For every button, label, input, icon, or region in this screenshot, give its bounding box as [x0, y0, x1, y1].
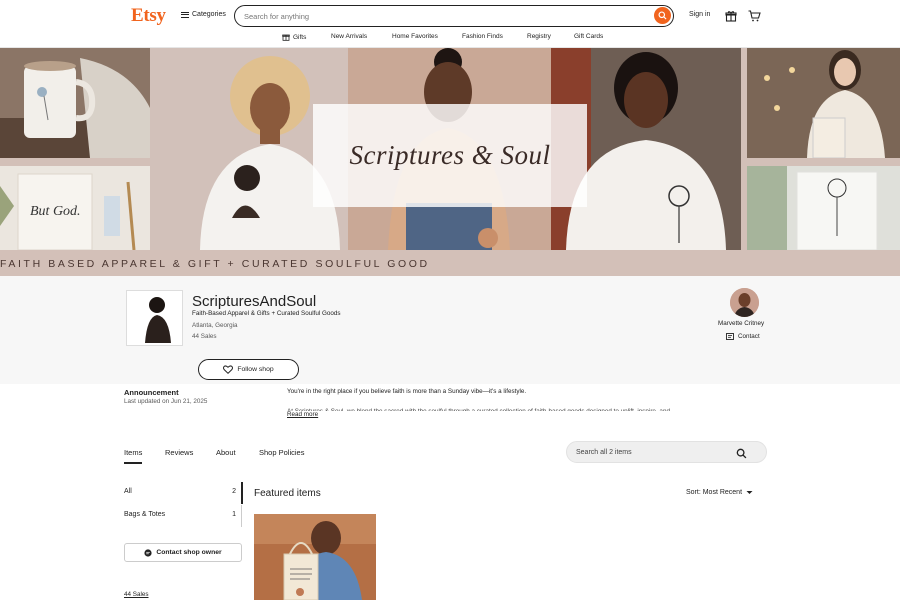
banner-photo-print: [747, 166, 900, 251]
shop-search-bar[interactable]: Search all 2 items: [566, 441, 767, 463]
search-input[interactable]: Search for anything: [244, 12, 309, 21]
section-all[interactable]: All 2: [124, 488, 242, 495]
tab-reviews[interactable]: Reviews: [165, 448, 193, 457]
gift-icon[interactable]: [725, 9, 737, 27]
tab-shop-policies[interactable]: Shop Policies: [259, 448, 304, 457]
shop-info: ScripturesAndSoul Faith-Based Apparel & …: [0, 276, 900, 384]
sort-dropdown[interactable]: Sort: Most Recent: [686, 489, 753, 496]
tab-items[interactable]: Items: [124, 448, 142, 457]
contact-shop-owner-label: Contact shop owner: [156, 549, 222, 556]
shop-banner: But God. Scriptures & Soul FAITH BASED A…: [0, 48, 900, 276]
product-image: [254, 514, 376, 600]
section-label: Bags & Totes: [124, 511, 166, 518]
owner-avatar[interactable]: [730, 288, 759, 317]
follow-shop-button[interactable]: Follow shop: [198, 359, 299, 380]
announcement-text-truncated: At Scriptures & Soul, we blend the sacre…: [287, 405, 707, 411]
shop-name: ScripturesAndSoul: [192, 293, 317, 310]
site-header: Etsy Categories Search for anything Sign…: [0, 0, 900, 48]
sales-link[interactable]: 44 Sales: [124, 591, 149, 598]
featured-items-title: Featured items: [254, 488, 321, 499]
announcement-text: You're in the right place if you believe…: [287, 388, 527, 395]
contact-label: Contact: [738, 333, 760, 340]
announcement-date: Last updated on Jun 21, 2025: [124, 398, 208, 405]
banner-photo-card: But God.: [0, 166, 150, 251]
nav-item-fashion-finds[interactable]: Fashion Finds: [462, 33, 503, 40]
selected-section-indicator: [241, 482, 243, 504]
search-icon: [658, 11, 667, 20]
nav-item-registry[interactable]: Registry: [527, 33, 551, 40]
shop-tagline: Faith-Based Apparel & Gifts + Curated So…: [192, 310, 341, 317]
active-tab-indicator: [124, 462, 142, 464]
banner-title: Scriptures & Soul: [349, 140, 551, 170]
etsy-logo[interactable]: Etsy: [131, 5, 166, 27]
banner-tagline: FAITH BASED APPAREL & GIFT + CURATED SOU…: [0, 258, 430, 270]
shop-sales-count: 44 Sales: [192, 333, 217, 340]
banner-title-box: Scriptures & Soul: [313, 104, 587, 207]
section-count: 2: [232, 488, 236, 495]
sign-in-link[interactable]: Sign in: [689, 11, 710, 18]
category-nav: Gifts New Arrivals Home Favorites Fashio…: [0, 30, 900, 46]
shop-logo[interactable]: [126, 290, 183, 346]
message-icon: [726, 333, 734, 340]
banner-photo-mug: [0, 48, 150, 158]
nav-item-gifts[interactable]: Gifts: [282, 33, 306, 41]
search-icon[interactable]: [736, 446, 747, 464]
shop-location: Atlanta, Georgia: [192, 322, 238, 329]
product-card-tote[interactable]: [254, 514, 376, 600]
categories-button[interactable]: Categories: [181, 11, 226, 18]
section-bags-totes[interactable]: Bags & Totes 1: [124, 511, 242, 518]
search-bar[interactable]: Search for anything: [234, 5, 674, 27]
heart-icon: [223, 365, 234, 374]
tab-about[interactable]: About: [216, 448, 236, 457]
cart-icon[interactable]: [748, 9, 761, 27]
nav-item-gift-cards[interactable]: Gift Cards: [574, 33, 603, 40]
search-button[interactable]: [654, 7, 671, 24]
banner-photo-tote: [747, 48, 900, 159]
gift-icon: [282, 34, 290, 41]
menu-icon: [181, 11, 189, 18]
follow-shop-label: Follow shop: [237, 366, 274, 373]
card-text: But God.: [30, 204, 81, 219]
contact-owner-link[interactable]: Contact: [726, 333, 760, 340]
nav-item-label: Gifts: [293, 33, 307, 41]
read-more-link[interactable]: Read more: [287, 411, 318, 418]
contact-shop-owner-button[interactable]: Contact shop owner: [124, 543, 242, 562]
nav-item-new-arrivals[interactable]: New Arrivals: [331, 33, 367, 40]
section-count: 1: [232, 511, 236, 518]
categories-label: Categories: [192, 11, 226, 18]
section-label: All: [124, 488, 132, 495]
announcement-title: Announcement: [124, 388, 179, 397]
nav-item-home-favorites[interactable]: Home Favorites: [392, 33, 438, 40]
sort-label: Sort: Most Recent: [686, 489, 743, 496]
owner-name: Marvette Critney: [718, 320, 765, 327]
caret-down-icon: [746, 491, 753, 494]
chat-icon: [144, 548, 152, 557]
section-divider: [241, 505, 242, 527]
shop-search-input[interactable]: Search all 2 items: [576, 449, 632, 456]
